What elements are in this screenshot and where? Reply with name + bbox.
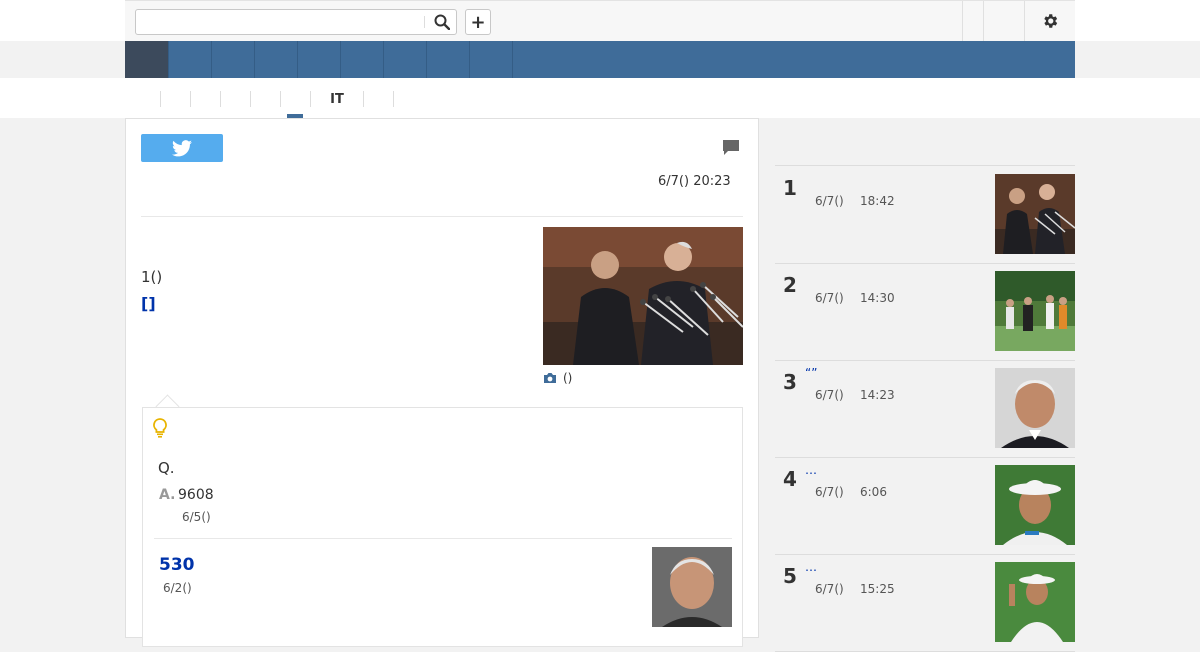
related-article-title[interactable]: 530 xyxy=(159,555,195,575)
rank-time: 14:23 xyxy=(860,388,895,402)
answer-text: 9608 xyxy=(178,487,214,503)
rank-date: 6/7() xyxy=(815,485,844,499)
plus-icon: + xyxy=(470,11,486,33)
subnav-items: IT xyxy=(145,91,394,107)
qa-icon xyxy=(153,418,167,442)
portrait-thumb xyxy=(995,368,1075,448)
search-box xyxy=(135,9,457,35)
rank-thumbnail[interactable] xyxy=(995,465,1075,545)
rank-date: 6/7() xyxy=(815,194,844,208)
rank-number: 3 xyxy=(783,370,797,394)
qa-box: Q. A. 9608 6/5() 530 6/2() xyxy=(142,407,743,647)
golfer-waving-thumb xyxy=(995,562,1075,642)
nav-item-7[interactable] xyxy=(427,41,470,78)
tweet-button[interactable] xyxy=(141,134,223,162)
rank-time: 18:42 xyxy=(860,194,895,208)
rank-number: 2 xyxy=(783,273,797,297)
search-icon xyxy=(434,14,450,30)
rank-time: 6:06 xyxy=(860,485,887,499)
lead-number: 1() xyxy=(141,268,163,286)
search-button[interactable] xyxy=(428,10,456,34)
ranking-item[interactable]: 1 6/7() 18:42 xyxy=(775,166,1075,264)
caption-text: () xyxy=(563,371,573,385)
sub-navbar: IT xyxy=(0,78,1200,118)
ranking-item[interactable]: 3 “” 6/7() 14:23 xyxy=(775,360,1075,458)
gear-icon xyxy=(1044,14,1058,28)
rank-number: 5 xyxy=(783,564,797,588)
rank-thumbnail[interactable] xyxy=(995,271,1075,351)
nav-item-3[interactable] xyxy=(255,41,298,78)
qa-divider xyxy=(154,538,732,539)
topbar-right xyxy=(962,1,1075,41)
rank-date: 6/7() xyxy=(815,388,844,402)
rank-title[interactable]: “” xyxy=(805,366,817,380)
rank-date: 6/7() xyxy=(815,291,844,305)
subnav-item-6[interactable] xyxy=(281,91,311,107)
ranking-item[interactable]: 5 … 6/7() 15:25 xyxy=(775,554,1075,652)
related-article-date: 6/2() xyxy=(163,581,192,595)
topbar-slot-1[interactable] xyxy=(962,1,983,41)
related-article-thumbnail[interactable] xyxy=(652,547,732,627)
nav-item-2[interactable] xyxy=(212,41,255,78)
ranking-sidebar: 1 6/7() 18:42 2 6/7() 14:30 3 “” 6/7() 1… xyxy=(775,118,1075,652)
subnav-item-2[interactable] xyxy=(161,91,191,107)
subnav-item-it[interactable]: IT xyxy=(311,91,364,107)
answer-date: 6/5() xyxy=(182,510,211,524)
subnav-item-8[interactable] xyxy=(364,91,394,107)
article-date: 6/7() 20:23 xyxy=(658,174,731,189)
rank-title[interactable]: … xyxy=(805,560,817,574)
main-navbar xyxy=(125,41,1075,78)
article-photo[interactable] xyxy=(543,227,743,365)
subnav-item-5[interactable] xyxy=(251,91,281,107)
nav-item-4[interactable] xyxy=(298,41,341,78)
nav-home[interactable] xyxy=(125,41,168,78)
search-separator xyxy=(424,16,425,28)
nav-item-1[interactable] xyxy=(168,41,212,78)
rank-number: 4 xyxy=(783,467,797,491)
lightbulb-icon xyxy=(153,418,167,438)
comment-button[interactable] xyxy=(722,139,740,160)
topbar-slot-2[interactable] xyxy=(983,1,1024,41)
rank-time: 15:25 xyxy=(860,582,895,596)
subnav-item-3[interactable] xyxy=(191,91,221,107)
nav-item-6[interactable] xyxy=(384,41,427,78)
rank-time: 14:30 xyxy=(860,291,895,305)
twitter-icon xyxy=(172,139,192,156)
subnav-item-4[interactable] xyxy=(221,91,251,107)
settings-button[interactable] xyxy=(1024,1,1075,41)
rank-thumbnail[interactable] xyxy=(995,562,1075,642)
rank-thumbnail[interactable] xyxy=(995,368,1075,448)
article-panel: 6/7() 20:23 1() [] () Q. A. 9608 6/5() 5… xyxy=(125,118,759,647)
comment-icon xyxy=(723,140,739,155)
subnav-item-1[interactable] xyxy=(145,91,161,107)
press-conference-thumb xyxy=(995,174,1075,254)
ranking-item[interactable]: 4 … 6/7() 6:06 xyxy=(775,457,1075,555)
rank-thumbnail[interactable] xyxy=(995,174,1075,254)
nav-item-8[interactable] xyxy=(470,41,513,78)
portrait-image xyxy=(652,547,732,627)
photo-caption[interactable]: () xyxy=(543,371,572,385)
nav-item-5[interactable] xyxy=(341,41,384,78)
rank-title[interactable]: … xyxy=(805,463,817,477)
rank-date: 6/7() xyxy=(815,582,844,596)
lead-link[interactable]: [] xyxy=(141,294,156,313)
press-conference-image xyxy=(543,227,743,365)
golf-course-thumb xyxy=(995,271,1075,351)
top-bar: + xyxy=(125,0,1075,41)
camera-icon xyxy=(544,373,556,383)
golfer-portrait-thumb xyxy=(995,465,1075,545)
question-text: Q. xyxy=(158,459,175,477)
ranking-item[interactable]: 2 6/7() 14:30 xyxy=(775,263,1075,361)
add-button[interactable]: + xyxy=(465,9,491,35)
answer-label: A. xyxy=(159,487,176,503)
rank-number: 1 xyxy=(783,176,797,200)
search-input[interactable] xyxy=(136,10,424,34)
header-divider xyxy=(141,216,743,217)
